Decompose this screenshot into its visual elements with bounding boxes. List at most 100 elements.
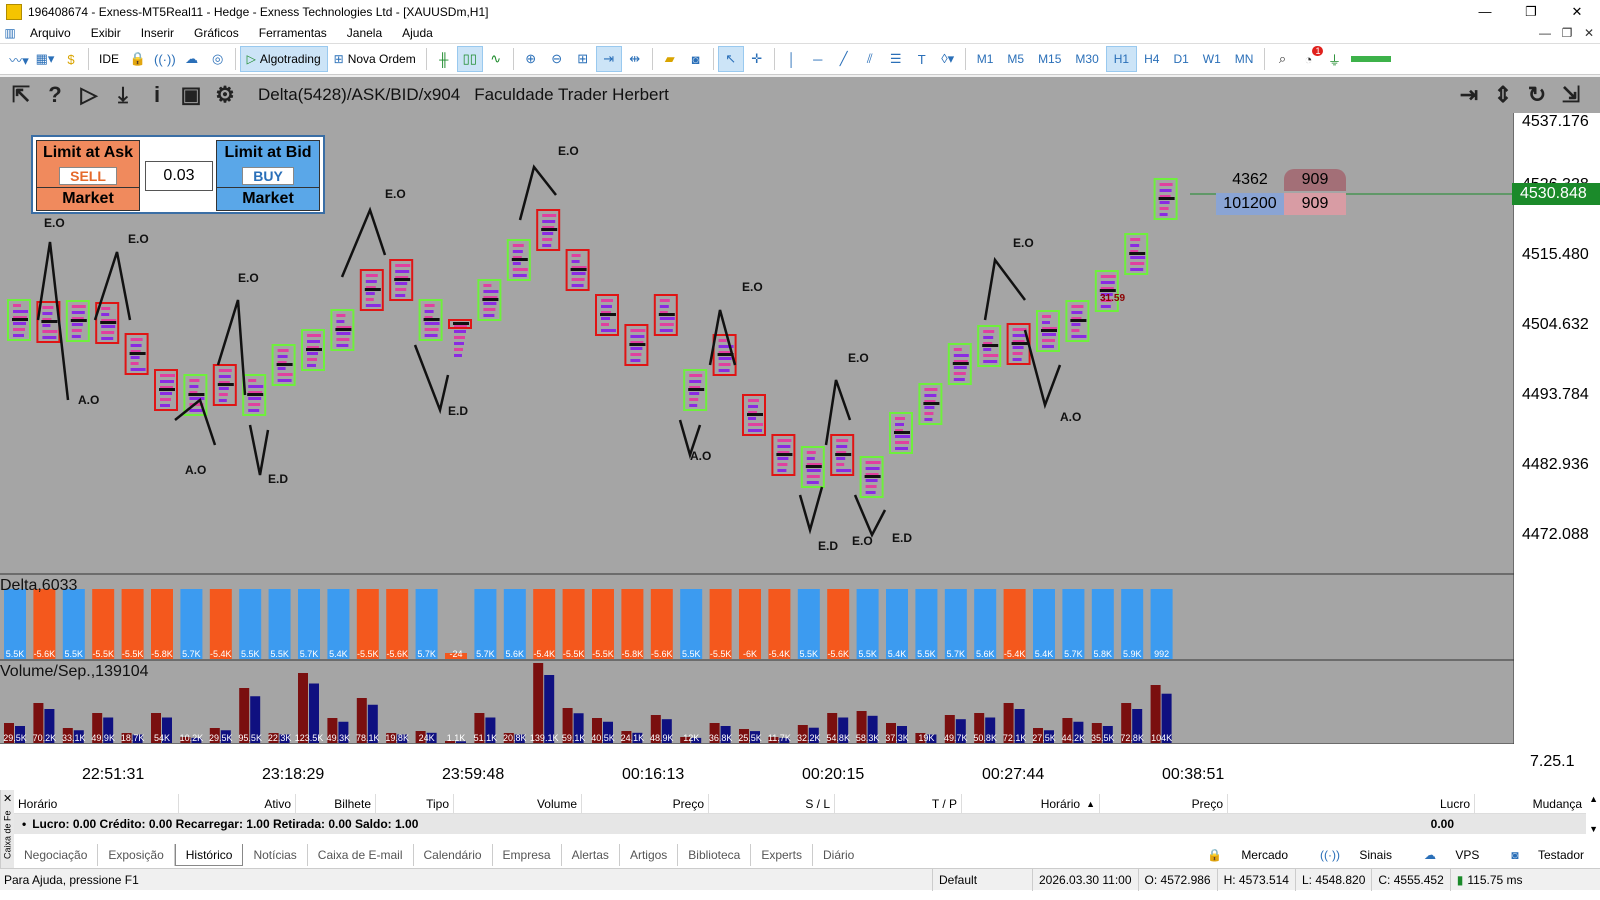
vertical-scale-icon[interactable]: ⇕ (1486, 78, 1520, 112)
child-restore-icon[interactable]: ❐ (1556, 26, 1578, 40)
child-close-icon[interactable]: ✕ (1578, 26, 1600, 40)
mercado-link[interactable]: 🔒 Mercado (1191, 848, 1304, 862)
shapes-icon[interactable]: ◊▾ (935, 46, 961, 72)
buy-button[interactable]: BUY (242, 167, 294, 185)
signal-icon[interactable]: ((·)) (151, 46, 179, 72)
timeframe-w1[interactable]: W1 (1196, 46, 1228, 72)
testador-link[interactable]: ◙ Testador (1495, 848, 1600, 862)
limit-bid-button[interactable]: Limit at Bid (217, 141, 319, 165)
menu-ferramentas[interactable]: Ferramentas (249, 26, 337, 40)
text-tool-icon[interactable]: T (909, 46, 935, 72)
menu-inserir[interactable]: Inserir (131, 26, 184, 40)
col-mudanca[interactable]: Mudança (1475, 794, 1586, 813)
chart-area[interactable]: E.O E.O E.O E.O E.O E.O E.O E.O E.O A.O A.O A.O A.O E… (0, 77, 1600, 790)
timeframe-m5[interactable]: M5 (1000, 46, 1031, 72)
signal-strength-icon[interactable]: ⏚ (1321, 46, 1347, 72)
tab-noticias[interactable]: Notícias (243, 844, 308, 866)
zoom-in-icon[interactable]: ⊕ (518, 46, 544, 72)
ide-button[interactable]: IDE (93, 46, 125, 72)
lock-icon[interactable]: 🔒 (125, 46, 151, 72)
cursor-icon[interactable]: ↖ (717, 46, 744, 72)
summary-row[interactable]: • Lucro: 0.00 Crédito: 0.00 Recarregar: … (14, 814, 1586, 834)
toolbox-close-icon[interactable]: ✕ (3, 792, 12, 805)
market-buy-button[interactable]: Market (217, 187, 319, 210)
dollar-icon[interactable]: $ (58, 46, 84, 72)
horizontal-line-icon[interactable]: ─ (805, 46, 831, 72)
help-icon[interactable]: ? (38, 78, 72, 112)
download-icon[interactable]: ⤓ (106, 78, 140, 112)
limit-ask-button[interactable]: Limit at Ask (37, 141, 139, 165)
status-profile[interactable]: Default (932, 868, 1032, 891)
col-horario-close[interactable]: Horário ▲ (962, 794, 1100, 813)
end-arrow-icon[interactable]: ⇥ (1452, 78, 1486, 112)
vps-link[interactable]: ☁ VPS (1408, 848, 1495, 862)
crosshair-icon[interactable]: ✛ (744, 46, 770, 72)
menu-exibir[interactable]: Exibir (81, 26, 131, 40)
autoscroll-icon[interactable]: ⇥ (595, 46, 622, 72)
col-volume[interactable]: Volume (454, 794, 582, 813)
tab-caixa-email[interactable]: Caixa de E-mail (308, 844, 414, 866)
close-button[interactable]: ✕ (1554, 0, 1600, 23)
trendline-icon[interactable]: ╱ (831, 46, 857, 72)
col-tipo[interactable]: Tipo (376, 794, 454, 813)
chart-shift-icon[interactable]: ⇹ (622, 46, 648, 72)
timeframe-h1[interactable]: H1 (1105, 46, 1138, 72)
timeframe-m15[interactable]: M15 (1031, 46, 1068, 72)
algotrading-button[interactable]: ▷ Algotrading (239, 46, 328, 72)
tab-calendario[interactable]: Calendário (414, 844, 493, 866)
play-icon[interactable]: ▷ (72, 78, 106, 112)
vertical-line-icon[interactable]: │ (779, 46, 805, 72)
zoom-out-icon[interactable]: ⊖ (544, 46, 570, 72)
menu-ajuda[interactable]: Ajuda (392, 26, 443, 40)
timeframe-m1[interactable]: M1 (970, 46, 1001, 72)
maximize-button[interactable]: ❐ (1508, 0, 1554, 23)
col-preco-close[interactable]: Preço (1100, 794, 1228, 813)
menu-arquivo[interactable]: Arquivo (20, 26, 81, 40)
screenshot-icon[interactable]: ◙ (683, 46, 709, 72)
chart-type-icon[interactable]: 〰▾ (6, 46, 32, 72)
sell-button[interactable]: SELL (59, 167, 117, 185)
child-minimize-icon[interactable]: — (1534, 26, 1556, 40)
tab-biblioteca[interactable]: Biblioteca (678, 844, 752, 866)
settings-gear-icon[interactable]: ⚙ (208, 78, 242, 112)
globe-icon[interactable]: ◎ (205, 46, 231, 72)
cloud-icon[interactable]: ☁ (179, 46, 205, 72)
line-chart-icon[interactable]: ∿ (483, 46, 509, 72)
tab-diario[interactable]: Diário (813, 844, 864, 866)
market-sell-button[interactable]: Market (37, 187, 139, 210)
template-icon[interactable]: ▦▾ (32, 46, 58, 72)
chart-icon[interactable]: ▣ (174, 78, 208, 112)
tab-empresa[interactable]: Empresa (493, 844, 562, 866)
col-lucro[interactable]: Lucro (1228, 794, 1475, 813)
sinais-link[interactable]: ((·)) Sinais (1304, 848, 1408, 862)
tab-artigos[interactable]: Artigos (620, 844, 679, 866)
scroll-down-icon[interactable]: ▼ (1589, 824, 1598, 834)
tab-negociacao[interactable]: Negociação (14, 844, 99, 866)
channel-icon[interactable]: ⫽ (857, 46, 883, 72)
bar-chart-icon[interactable]: ╫ (431, 46, 457, 72)
tab-alertas[interactable]: Alertas (562, 844, 620, 866)
scroll-up-icon[interactable]: ▲ (1589, 794, 1598, 804)
notifications-icon[interactable]: ◔ 1 (1295, 46, 1324, 72)
grid-icon[interactable]: ⊞ (570, 46, 596, 72)
candlestick-icon[interactable]: ▯▯ (456, 46, 483, 72)
lot-size-input[interactable]: 0.03 (145, 161, 213, 191)
minimize-button[interactable]: — (1462, 0, 1508, 23)
tab-historico[interactable]: Histórico (174, 844, 244, 866)
search-icon[interactable]: ⌕ (1269, 46, 1295, 72)
folder-icon[interactable]: ▰ (657, 46, 683, 72)
nova-ordem-button[interactable]: ⊞ Nova Ordem (328, 46, 422, 72)
fibonacci-icon[interactable]: ☰ (883, 46, 909, 72)
timeframe-mn[interactable]: MN (1228, 46, 1261, 72)
timeframe-m30[interactable]: M30 (1068, 46, 1105, 72)
col-bilhete[interactable]: Bilhete (296, 794, 376, 813)
col-ativo[interactable]: Ativo (179, 794, 296, 813)
menu-graficos[interactable]: Gráficos (184, 26, 249, 40)
refresh-icon[interactable]: ↻ (1520, 78, 1554, 112)
menu-janela[interactable]: Janela (337, 26, 392, 40)
col-horario[interactable]: Horário (14, 794, 179, 813)
resize-icon[interactable]: ⇲ (1554, 78, 1588, 112)
tab-experts[interactable]: Experts (751, 844, 814, 866)
col-preco[interactable]: Preço (582, 794, 709, 813)
timeframe-d1[interactable]: D1 (1166, 46, 1195, 72)
